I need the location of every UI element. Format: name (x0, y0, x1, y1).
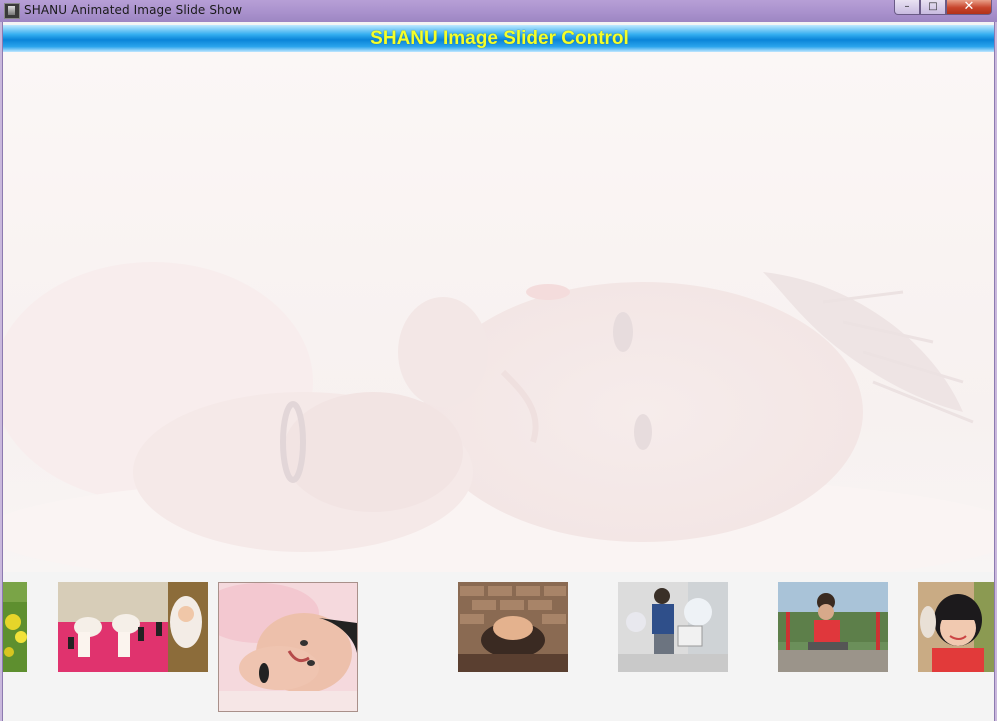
maximize-button[interactable]: □ (920, 0, 946, 15)
window-title: SHANU Animated Image Slide Show (24, 3, 243, 17)
baby-lying-smiling-photo (3, 262, 994, 572)
twin-babies-photo (58, 582, 208, 672)
thumbnail-5[interactable] (778, 582, 888, 672)
thumbnail-3[interactable] (458, 582, 568, 672)
girl-portrait-photo (918, 582, 994, 672)
thumbnail-6[interactable] (918, 582, 994, 672)
thumbnail-2-selected[interactable] (218, 582, 358, 712)
slider-title: SHANU Image Slider Control (370, 28, 629, 49)
window-title-bar[interactable]: SHANU Animated Image Slide Show – □ ✕ (0, 0, 997, 22)
boy-on-bench-photo (618, 582, 728, 672)
main-image-viewer[interactable] (3, 52, 994, 572)
photo-app-icon[interactable] (4, 3, 20, 19)
slider-header: SHANU Image Slider Control (3, 25, 994, 52)
baby-in-bowl-photo (458, 582, 568, 672)
baby-smiling-pink-photo (219, 583, 357, 711)
thumbnail-0[interactable] (3, 582, 27, 672)
thumbnail-1[interactable] (58, 582, 208, 672)
thumbnail-strip (3, 572, 994, 721)
close-button[interactable]: ✕ (946, 0, 992, 15)
minimize-button[interactable]: – (894, 0, 920, 15)
yellow-flowers-photo (3, 582, 27, 672)
boy-on-swing-photo (778, 582, 888, 672)
thumbnail-4[interactable] (618, 582, 728, 672)
client-area: SHANU Image Slider Control (2, 22, 995, 721)
